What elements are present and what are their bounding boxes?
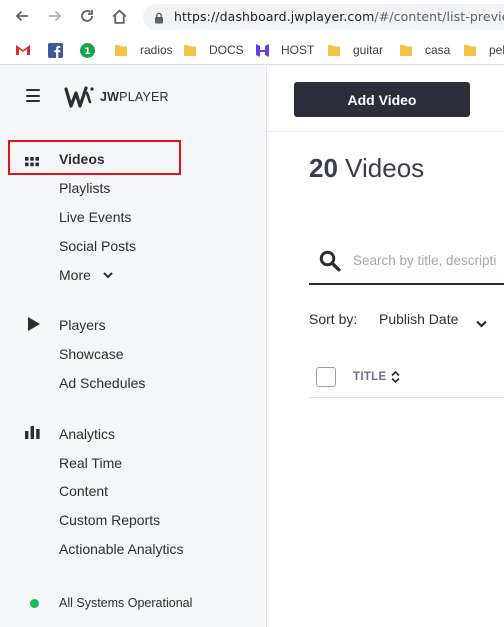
video-count: 20 (309, 153, 338, 183)
logo-text: JWPLAYER (100, 90, 169, 104)
url-path: /#/content/list-previe (374, 9, 504, 24)
search-icon (319, 250, 341, 277)
status-dot-icon (30, 599, 39, 608)
bookmark-facebook[interactable] (48, 40, 75, 60)
hamburger-menu-icon[interactable] (26, 89, 40, 103)
forward-icon[interactable] (43, 4, 67, 28)
sidebar-item-more-label: More (59, 267, 91, 283)
sidebar-item-content[interactable]: Content (59, 483, 108, 499)
svg-text:1: 1 (84, 47, 90, 57)
sidebar-item-custom-reports[interactable]: Custom Reports (59, 512, 160, 528)
sort-by-label: Sort by: (309, 311, 358, 327)
bookmark-label: DOCS (209, 43, 244, 57)
search-input[interactable]: Search by title, descripti (353, 253, 496, 268)
jwplayer-logo[interactable]: JWPLAYER (64, 84, 169, 110)
page-title: 20 Videos (309, 153, 424, 184)
column-header-title[interactable]: TITLE (353, 371, 386, 383)
hostinger-icon (256, 43, 269, 57)
address-bar[interactable]: https://dashboard.jwplayer.com/#/content… (143, 4, 504, 30)
sidebar-item-ad-schedules[interactable]: Ad Schedules (59, 375, 145, 391)
sidebar: JWPLAYER Videos Playlists Live Events So… (0, 65, 267, 627)
green-badge-icon: 1 (80, 42, 95, 58)
folder-icon (184, 45, 196, 56)
sidebar-item-more[interactable]: More (59, 267, 113, 283)
sidebar-item-playlists[interactable]: Playlists (59, 180, 110, 196)
add-video-button[interactable]: Add Video (294, 82, 470, 117)
logo-text-bold: JW (100, 90, 120, 104)
bar-chart-icon (25, 426, 40, 444)
bookmark-label: casa (425, 43, 451, 57)
sidebar-item-videos[interactable]: Videos (59, 151, 105, 167)
folder-icon (115, 45, 127, 56)
url-host: https://dashboard.jwplayer.com (174, 9, 375, 24)
browser-toolbar: https://dashboard.jwplayer.com/#/content… (0, 0, 504, 35)
top-bar: Add Video (267, 65, 504, 132)
sort-dropdown[interactable]: Publish Date (379, 311, 458, 327)
bookmark-casa[interactable]: casa (399, 40, 450, 60)
facebook-icon (48, 42, 63, 58)
sidebar-item-players[interactable]: Players (59, 317, 106, 333)
bookmark-docs[interactable]: DOCS (183, 40, 244, 60)
bookmark-peli[interactable]: peli (463, 40, 504, 60)
system-status-link[interactable]: All Systems Operational (59, 596, 192, 610)
chevron-down-icon (103, 272, 113, 279)
reload-icon[interactable] (75, 4, 99, 28)
bookmark-label: peli (489, 43, 504, 57)
sidebar-item-live-events[interactable]: Live Events (59, 209, 131, 225)
search-field[interactable]: Search by title, descripti (309, 241, 504, 285)
gmail-icon (16, 45, 30, 55)
sidebar-item-social-posts[interactable]: Social Posts (59, 238, 136, 254)
lock-icon (154, 11, 164, 29)
folder-icon (400, 45, 412, 56)
bookmark-radios[interactable]: radios (114, 40, 173, 60)
bookmark-host[interactable]: HOST (255, 40, 314, 60)
bookmark-label: guitar (353, 43, 384, 57)
bookmark-badge[interactable]: 1 (80, 40, 107, 60)
main-content: Add Video 20 Videos Search by title, des… (267, 65, 504, 627)
page-title-label: Videos (345, 153, 425, 183)
jwplayer-logo-icon (64, 86, 94, 108)
select-all-checkbox[interactable] (316, 367, 336, 387)
chevron-down-icon[interactable] (476, 315, 487, 333)
bookmark-guitar[interactable]: guitar (327, 40, 383, 60)
grid-icon (25, 154, 39, 172)
bookmark-gmail[interactable] (15, 40, 43, 60)
sidebar-item-showcase[interactable]: Showcase (59, 346, 124, 362)
back-icon[interactable] (10, 4, 34, 28)
bookmark-label: radios (140, 43, 173, 57)
sort-arrows-icon[interactable] (391, 370, 400, 388)
sidebar-item-real-time[interactable]: Real Time (59, 455, 122, 471)
sidebar-item-analytics[interactable]: Analytics (59, 426, 115, 442)
bookmarks-bar: 1 radios DOCS HOST guitar casa peli (0, 35, 504, 65)
bookmark-label: HOST (281, 43, 315, 57)
sidebar-item-actionable-analytics[interactable]: Actionable Analytics (59, 541, 184, 557)
logo-text-thin: PLAYER (119, 90, 169, 104)
url-text: https://dashboard.jwplayer.com/#/content… (174, 9, 504, 24)
play-icon (28, 317, 40, 336)
folder-icon (464, 45, 476, 56)
table-header: TITLE (309, 355, 504, 398)
home-icon[interactable] (107, 4, 131, 28)
folder-icon (328, 45, 340, 56)
